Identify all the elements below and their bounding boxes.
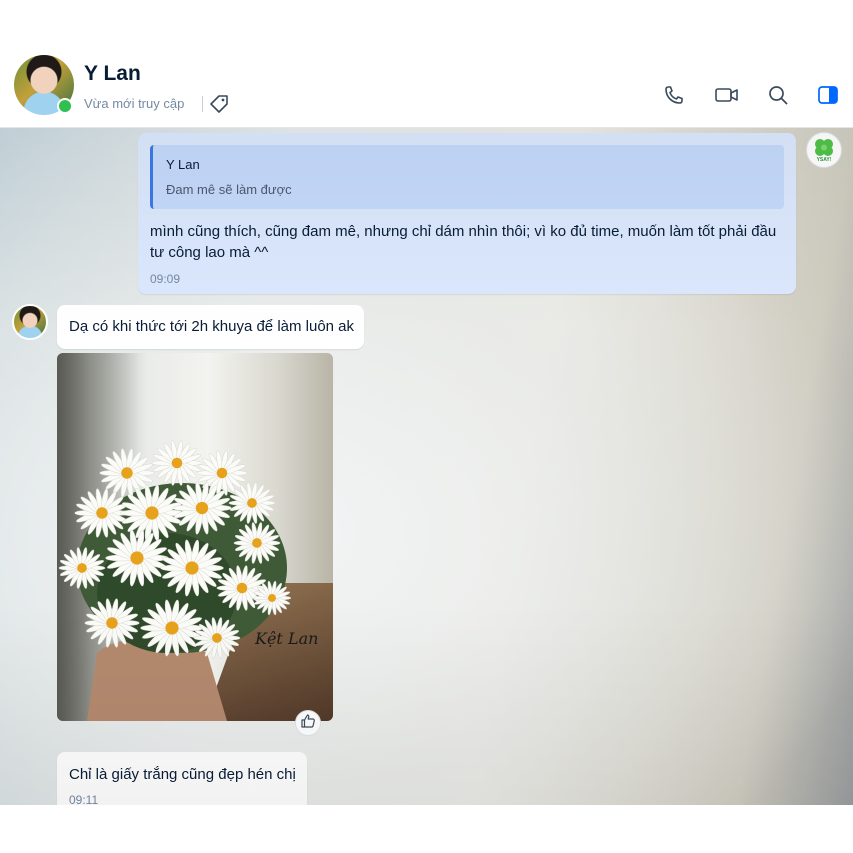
- quoted-text: Đam mê sẽ làm được: [166, 182, 292, 197]
- sender-avatar[interactable]: [12, 304, 48, 340]
- sidebar-toggle-icon: [817, 84, 839, 106]
- message-time: 09:11: [69, 793, 99, 805]
- daisy-bouquet-image: [58, 440, 292, 721]
- quoted-sender: Y Lan: [166, 157, 200, 172]
- video-call-icon: [714, 84, 740, 106]
- phone-icon: [663, 84, 685, 106]
- contact-avatar[interactable]: [14, 55, 74, 115]
- phone-call-button[interactable]: [659, 80, 689, 110]
- divider: [202, 96, 203, 112]
- message-list[interactable]: Y Lan Đam mê sẽ làm được mình cũng thích…: [0, 128, 853, 805]
- search-icon: [767, 84, 789, 106]
- quoted-message[interactable]: Y Lan Đam mê sẽ làm được: [150, 145, 784, 209]
- incoming-message[interactable]: Chỉ là giấy trắng cũng đẹp hén chị 09:11: [57, 752, 307, 805]
- message-text: Chỉ là giấy trắng cũng đẹp hén chị: [69, 766, 296, 783]
- react-like-button[interactable]: [295, 710, 321, 736]
- self-avatar[interactable]: YSAY!: [806, 132, 842, 168]
- daisy-flower: [151, 440, 203, 486]
- message-text: mình cũng thích, cũng đam mê, nhưng chỉ …: [150, 223, 777, 261]
- last-seen-status: Vừa mới truy cập: [84, 96, 185, 111]
- self-avatar-label: YSAY!: [816, 157, 832, 163]
- online-status-dot: [57, 98, 73, 114]
- video-call-button[interactable]: [712, 80, 742, 110]
- photo-signature: Kệt Lan: [255, 629, 319, 648]
- outgoing-message[interactable]: Y Lan Đam mê sẽ làm được mình cũng thích…: [138, 133, 796, 294]
- chat-window: Y Lan Vừa mới truy cập Y Lan Đam mê sẽ l…: [0, 0, 853, 853]
- image-message[interactable]: Kệt Lan: [57, 353, 333, 721]
- thumbs-up-icon: [300, 713, 316, 734]
- search-button[interactable]: [763, 80, 793, 110]
- contact-name[interactable]: Y Lan: [84, 62, 141, 86]
- conversation-info-toggle[interactable]: [813, 80, 843, 110]
- tag-icon[interactable]: [208, 93, 230, 115]
- message-time: 09:09: [150, 272, 181, 286]
- conversation-header: Y Lan Vừa mới truy cập: [0, 48, 853, 128]
- incoming-message[interactable]: Dạ có khi thức tới 2h khuya để làm luôn …: [57, 305, 364, 349]
- message-text: Dạ có khi thức tới 2h khuya để làm luôn …: [69, 318, 355, 335]
